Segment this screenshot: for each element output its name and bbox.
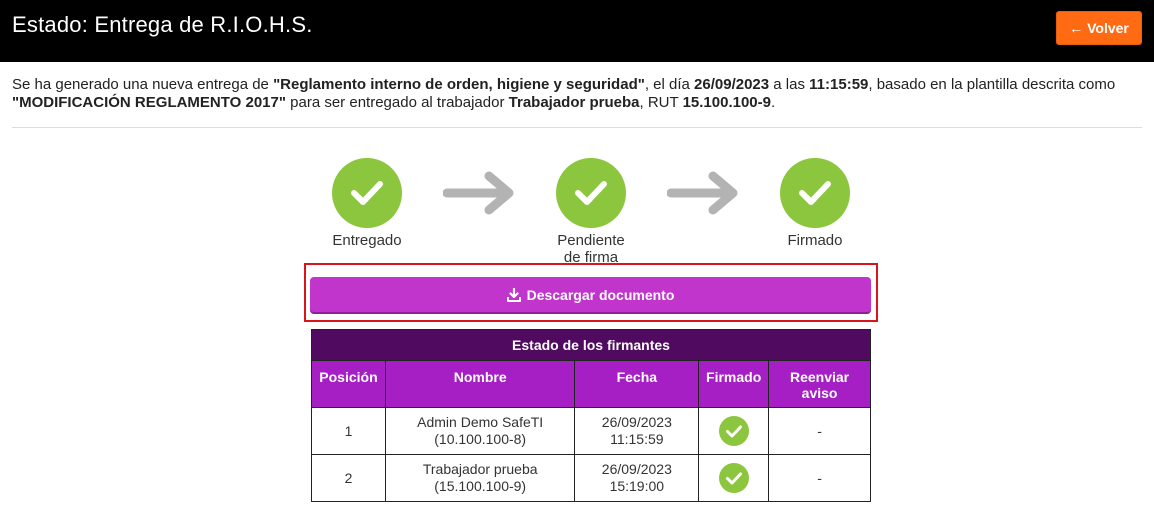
table-caption: Estado de los firmantes xyxy=(311,329,871,361)
back-button-label: Volver xyxy=(1087,20,1129,36)
check-icon xyxy=(718,463,749,493)
column-header-resend: Reenviar aviso xyxy=(768,360,871,408)
signer-name: Admin Demo SafeTI xyxy=(417,414,544,430)
table-row: 1 Admin Demo SafeTI (10.100.100-8) 26/09/… xyxy=(311,407,871,455)
cell-signed xyxy=(698,454,770,502)
arrow-left-icon: ← xyxy=(1069,20,1084,36)
intro-text: a las xyxy=(769,76,810,93)
signer-rut: (10.100.100-8) xyxy=(434,431,527,447)
column-header-date: Fecha xyxy=(574,360,700,408)
column-header-line: aviso xyxy=(801,385,838,401)
document-name: "Reglamento interno de orden, higiene y … xyxy=(273,76,645,93)
cell-signed xyxy=(698,407,770,455)
download-icon xyxy=(506,287,521,302)
signed-time: 15:19:00 xyxy=(609,478,665,494)
intro-text: . xyxy=(771,94,776,111)
cell-name: Admin Demo SafeTI (10.100.100-8) xyxy=(384,407,576,455)
delivery-time: 11:15:59 xyxy=(809,76,869,93)
step-pending-signature: Pendiente de firma xyxy=(541,158,641,266)
page-title: Estado: Entrega de R.I.O.H.S. xyxy=(12,12,313,37)
check-icon xyxy=(780,158,850,228)
cell-date: 26/09/2023 11:15:59 xyxy=(574,407,700,455)
intro-text: , basado en la plantilla descrita como xyxy=(868,76,1116,93)
intro-text: , RUT xyxy=(639,94,683,111)
delivery-date: 26/09/2023 xyxy=(694,76,770,93)
check-icon xyxy=(332,158,402,228)
signed-date: 26/09/2023 xyxy=(601,461,672,477)
signers-table: Estado de los firmantes Posición Nombre … xyxy=(311,329,871,502)
delivery-description: Se ha generado una nueva entrega de "Reg… xyxy=(12,76,1146,112)
step-label: Entregado xyxy=(332,232,402,249)
column-header-line: Reenviar xyxy=(789,369,850,385)
download-button-label: Descargar documento xyxy=(526,286,675,303)
check-icon xyxy=(556,158,626,228)
step-label: Firmado xyxy=(787,232,843,249)
cell-resend: - xyxy=(768,454,871,502)
intro-text: para ser entregado al trabajador xyxy=(285,94,509,111)
template-name: "MODIFICACIÓN REGLAMENTO 2017" xyxy=(12,94,286,111)
back-button[interactable]: ← Volver xyxy=(1056,11,1142,45)
signer-rut: (15.100.100-9) xyxy=(434,478,527,494)
worker-name: Trabajador prueba xyxy=(508,94,640,111)
column-header-name: Nombre xyxy=(384,360,576,408)
worker-rut: 15.100.100-9 xyxy=(682,94,771,111)
download-document-button[interactable]: Descargar documento xyxy=(310,277,871,312)
arrow-right-icon xyxy=(443,171,514,215)
cell-position: 2 xyxy=(311,454,386,502)
cell-position: 1 xyxy=(311,407,386,455)
arrow-right-icon xyxy=(667,171,738,215)
table-row: 2 Trabajador prueba (15.100.100-9) 26/09/… xyxy=(311,454,871,502)
signed-time: 11:15:59 xyxy=(610,431,664,447)
column-header-signed: Firmado xyxy=(698,360,770,408)
step-delivered: Entregado xyxy=(322,158,412,249)
step-label: Pendiente de firma xyxy=(541,232,641,266)
intro-text: Se ha generado una nueva entrega de xyxy=(12,76,274,93)
top-bar: Estado: Entrega de R.I.O.H.S. ← Volver xyxy=(0,0,1154,62)
intro-text: , el día xyxy=(644,76,695,93)
divider xyxy=(12,127,1142,128)
column-header-position: Posición xyxy=(311,360,386,408)
cell-date: 26/09/2023 15:19:00 xyxy=(574,454,700,502)
cell-name: Trabajador prueba (15.100.100-9) xyxy=(384,454,576,502)
step-label-line: Pendiente xyxy=(557,232,625,249)
check-icon xyxy=(718,416,749,446)
signer-name: Trabajador prueba xyxy=(422,461,538,477)
cell-resend: - xyxy=(768,407,871,455)
step-signed: Firmado xyxy=(770,158,860,249)
signed-date: 26/09/2023 xyxy=(601,414,672,430)
